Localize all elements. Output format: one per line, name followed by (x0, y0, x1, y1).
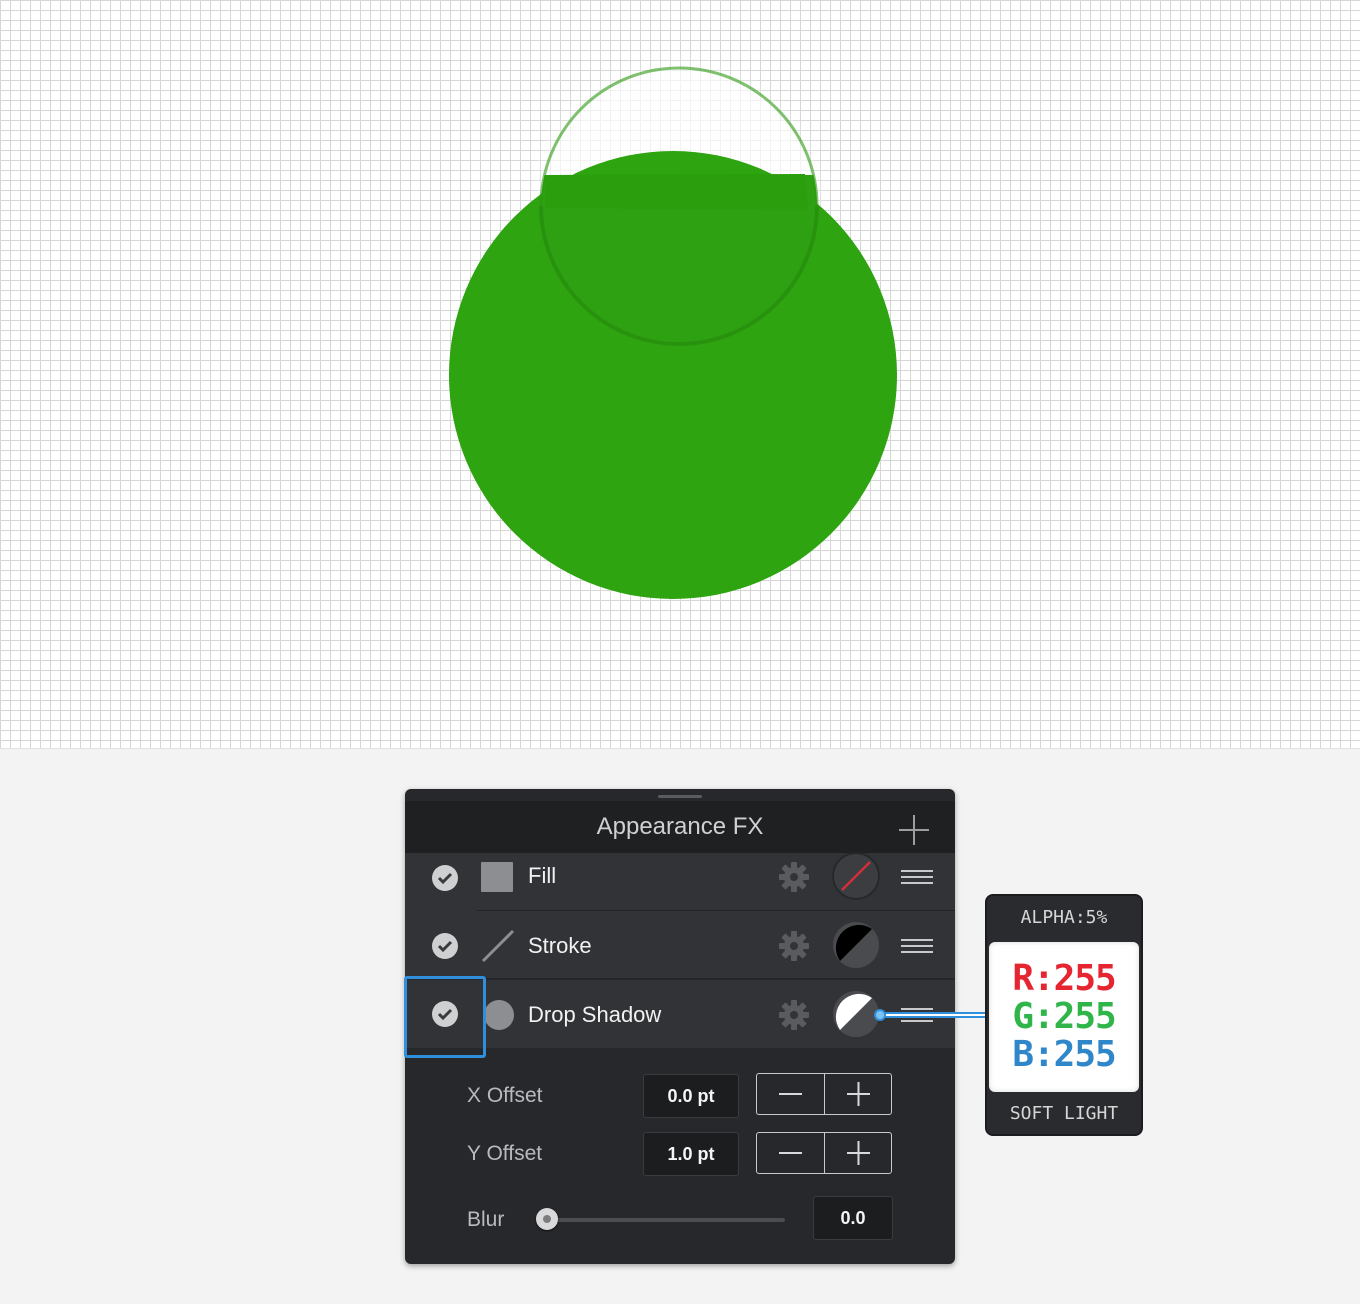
blur-label: Blur (467, 1208, 505, 1231)
panel-title: Appearance FX (596, 813, 764, 840)
x-offset-stepper[interactable] (756, 1073, 892, 1115)
fx-row-fill[interactable]: Fill (405, 852, 955, 911)
selected-checkbox-highlight (404, 976, 486, 1058)
artboard-canvas[interactable] (0, 0, 1360, 748)
increment-button[interactable] (825, 1133, 892, 1173)
decrement-button[interactable] (757, 1074, 824, 1114)
minus-icon (779, 1152, 802, 1154)
increment-button[interactable] (825, 1074, 892, 1114)
blur-slider-track[interactable] (547, 1218, 785, 1222)
appearance-fx-panel: Appearance FX Fill Stroke Drop Shadow X … (405, 789, 955, 1264)
plus-icon (847, 1141, 870, 1165)
x-offset-label: X Offset (467, 1084, 543, 1107)
blur-slider-thumb[interactable] (536, 1208, 558, 1230)
row-divider (477, 978, 955, 979)
gear-icon[interactable] (777, 860, 811, 894)
white-swatch[interactable] (832, 990, 880, 1038)
fx-row-label: Drop Shadow (528, 1002, 662, 1027)
no-color-swatch[interactable] (832, 852, 880, 900)
canvas-divider (0, 748, 1360, 749)
fx-row-label: Stroke (528, 933, 592, 958)
alpha-label: ALPHA:5% (1020, 907, 1108, 928)
black-swatch[interactable] (832, 921, 880, 969)
shadow-circle-icon (484, 1000, 514, 1030)
stroke-enabled-checkbox[interactable] (432, 933, 458, 959)
menu-lines-icon[interactable] (901, 939, 933, 953)
checkmark-icon (437, 940, 453, 953)
add-effect-button[interactable] (897, 813, 931, 847)
gear-icon[interactable] (777, 929, 811, 963)
red-value: R:255 (1012, 958, 1116, 999)
fill-square-icon (481, 862, 513, 892)
panel-drag-handle[interactable] (658, 795, 702, 798)
blur-value-field[interactable]: 0.0 (813, 1196, 893, 1240)
blue-value: B:255 (1012, 1034, 1116, 1075)
y-offset-field[interactable]: 1.0 pt (643, 1132, 739, 1176)
plus-icon (847, 1082, 870, 1106)
x-offset-field[interactable]: 0.0 pt (643, 1074, 739, 1118)
artwork (449, 66, 897, 599)
y-offset-label: Y Offset (467, 1142, 543, 1165)
gear-icon[interactable] (777, 998, 811, 1032)
callout-connector (874, 1009, 986, 1021)
fx-row-stroke[interactable]: Stroke (405, 911, 955, 979)
decrement-button[interactable] (757, 1133, 824, 1173)
rgb-card: R:255 G:255 B:255 (989, 942, 1139, 1092)
blend-mode-label: SOFT LIGHT (1009, 1103, 1119, 1124)
fx-row-label: Fill (528, 863, 557, 888)
checkmark-icon (437, 872, 453, 885)
minus-icon (779, 1093, 802, 1095)
fx-row-drop-shadow[interactable]: Drop Shadow (405, 980, 955, 1048)
plus-icon (899, 815, 929, 845)
green-value: G:255 (1012, 996, 1116, 1037)
menu-lines-icon[interactable] (901, 870, 933, 884)
fill-enabled-checkbox[interactable] (432, 865, 458, 891)
stroke-line-icon (481, 929, 515, 963)
y-offset-stepper[interactable] (756, 1132, 892, 1174)
color-callout: ALPHA:5% R:255 G:255 B:255 SOFT LIGHT (985, 894, 1143, 1136)
